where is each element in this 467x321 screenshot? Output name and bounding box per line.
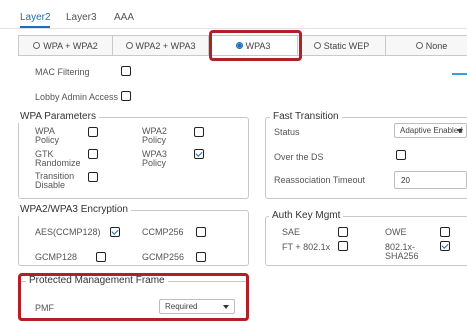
mac-filtering-checkbox[interactable] xyxy=(121,66,131,76)
ccmp256-label: CCMP256 xyxy=(142,227,184,237)
aes-ccmp128-label: AES(CCMP128) xyxy=(35,227,101,237)
ft-status-select[interactable]: Adaptive Enabled xyxy=(394,123,467,138)
sae-checkbox[interactable] xyxy=(338,227,348,237)
radio-wpa-wpa2[interactable]: WPA + WPA2 xyxy=(19,36,113,55)
over-ds-checkbox[interactable] xyxy=(396,150,406,160)
ft-8021x-checkbox[interactable] xyxy=(338,241,348,251)
mac-filtering-label: MAC Filtering xyxy=(35,67,90,77)
lobby-admin-checkbox[interactable] xyxy=(121,91,131,101)
auth-key-mgmt-group xyxy=(265,216,467,266)
sae-label: SAE xyxy=(282,227,301,237)
radio-wpa2-wpa3[interactable]: WPA2 + WPA3 xyxy=(113,36,209,55)
wpa-policy-label: WPA Policy xyxy=(35,126,60,145)
radio-label: WPA + WPA2 xyxy=(43,40,98,51)
ft-8021x-label: FT + 802.1x xyxy=(282,242,331,252)
pmf-highlight-box xyxy=(18,273,249,321)
gcmp256-label: GCMP256 xyxy=(142,252,185,262)
radio-none[interactable]: None xyxy=(386,36,467,55)
wpa3-highlight-box xyxy=(209,30,302,61)
wpa2-policy-checkbox[interactable] xyxy=(194,127,204,137)
over-ds-label: Over the DS xyxy=(274,152,324,162)
8021x-sha256-label: 802.1x- SHA256 xyxy=(385,242,419,261)
encryption-title: WPA2/WPA3 Encryption xyxy=(17,204,131,216)
tab-aaa[interactable]: AAA xyxy=(114,12,134,23)
aes-ccmp128-checkbox[interactable] xyxy=(110,227,120,237)
ft-status-label: Status xyxy=(274,127,300,137)
gcmp128-checkbox[interactable] xyxy=(96,252,106,262)
wpa2-policy-label: WPA2 Policy xyxy=(142,126,167,145)
fast-transition-title: Fast Transition xyxy=(270,111,342,123)
owe-label: OWE xyxy=(385,227,407,237)
wpa-parameters-title: WPA Parameters xyxy=(17,111,99,123)
auth-key-mgmt-title: Auth Key Mgmt xyxy=(269,210,344,222)
gtk-randomize-label: GTK Randomize xyxy=(35,149,81,168)
lobby-admin-label: Lobby Admin Access xyxy=(35,92,119,102)
wpa3-policy-checkbox[interactable] xyxy=(194,149,204,159)
tab-layer2[interactable]: Layer2 xyxy=(20,12,51,23)
radio-circle-icon xyxy=(313,42,321,49)
chevron-down-icon xyxy=(457,128,463,133)
ccmp256-checkbox[interactable] xyxy=(196,227,206,237)
radio-circle-icon xyxy=(33,42,41,49)
radio-circle-icon xyxy=(415,42,423,49)
tabs-divider xyxy=(0,28,467,29)
radio-label: Static WEP xyxy=(323,40,370,51)
gcmp128-label: GCMP128 xyxy=(35,252,78,262)
gtk-randomize-checkbox[interactable] xyxy=(88,149,98,159)
transition-disable-checkbox[interactable] xyxy=(88,172,98,182)
tab-layer3[interactable]: Layer3 xyxy=(66,12,97,23)
radio-static-wep[interactable]: Static WEP xyxy=(298,36,386,55)
reassoc-timeout-value: 20 xyxy=(401,175,410,185)
transition-disable-label: Transition Disable xyxy=(35,171,75,190)
scroll-indicator xyxy=(452,73,467,75)
ft-status-value: Adaptive Enabled xyxy=(400,126,463,135)
wpa-policy-checkbox[interactable] xyxy=(88,127,98,137)
wpa3-policy-label: WPA3 Policy xyxy=(142,149,167,168)
gcmp256-checkbox[interactable] xyxy=(196,252,206,262)
radio-circle-icon xyxy=(125,42,133,49)
owe-checkbox[interactable] xyxy=(440,227,450,237)
radio-label: WPA2 + WPA3 xyxy=(135,40,196,51)
8021x-sha256-checkbox[interactable] xyxy=(440,241,450,251)
reassoc-timeout-input[interactable]: 20 xyxy=(394,171,467,189)
radio-label: None xyxy=(425,40,448,51)
reassoc-timeout-label: Reassociation Timeout xyxy=(274,175,366,185)
